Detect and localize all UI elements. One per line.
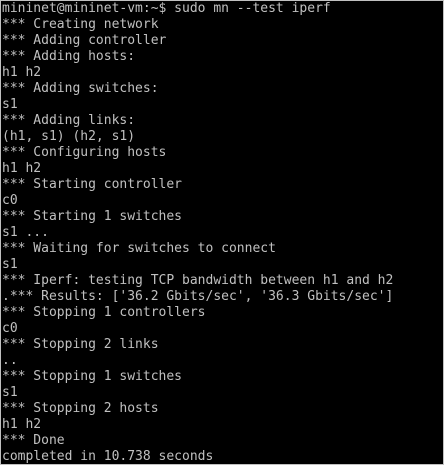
output-line: *** Stopping 2 links xyxy=(2,337,159,352)
output-line: *** Adding links: xyxy=(2,113,136,128)
output-line: .. xyxy=(2,353,18,368)
output-line: *** Done xyxy=(2,433,65,448)
output-line: *** Stopping 1 switches xyxy=(2,369,183,384)
command-prompt-line: mininet@mininet-vm:~$ sudo mn --test ipe… xyxy=(2,1,331,16)
output-line: (h1, s1) (h2, s1) xyxy=(2,129,136,144)
output-line: s1 ... xyxy=(2,225,49,240)
output-line: *** Stopping 1 controllers xyxy=(2,305,206,320)
output-line: h1 h2 xyxy=(2,65,42,80)
output-line: *** Adding hosts: xyxy=(2,49,136,64)
output-line: *** Adding controller xyxy=(2,33,167,48)
output-line: *** Starting controller xyxy=(2,177,183,192)
output-line: *** Starting 1 switches xyxy=(2,209,183,224)
output-line: *** Iperf: testing TCP bandwidth between… xyxy=(2,273,394,288)
output-line: s1 xyxy=(2,97,18,112)
output-line: *** Waiting for switches to connect xyxy=(2,241,276,256)
iperf-results-line: .*** Results: ['36.2 Gbits/sec', '36.3 G… xyxy=(2,289,394,304)
output-line: *** Creating network xyxy=(2,17,159,32)
output-line: *** Configuring hosts xyxy=(2,145,167,160)
output-line: *** Adding switches: xyxy=(2,81,159,96)
output-line: c0 xyxy=(2,321,18,336)
output-line: s1 xyxy=(2,385,18,400)
terminal-window[interactable]: mininet@mininet-vm:~$ sudo mn --test ipe… xyxy=(0,0,444,465)
output-line: *** Stopping 2 hosts xyxy=(2,401,159,416)
completion-line: completed in 10.738 seconds xyxy=(2,449,214,464)
output-line: c0 xyxy=(2,193,18,208)
output-line: h1 h2 xyxy=(2,161,42,176)
output-line: h1 h2 xyxy=(2,417,42,432)
output-line: s1 xyxy=(2,257,18,272)
